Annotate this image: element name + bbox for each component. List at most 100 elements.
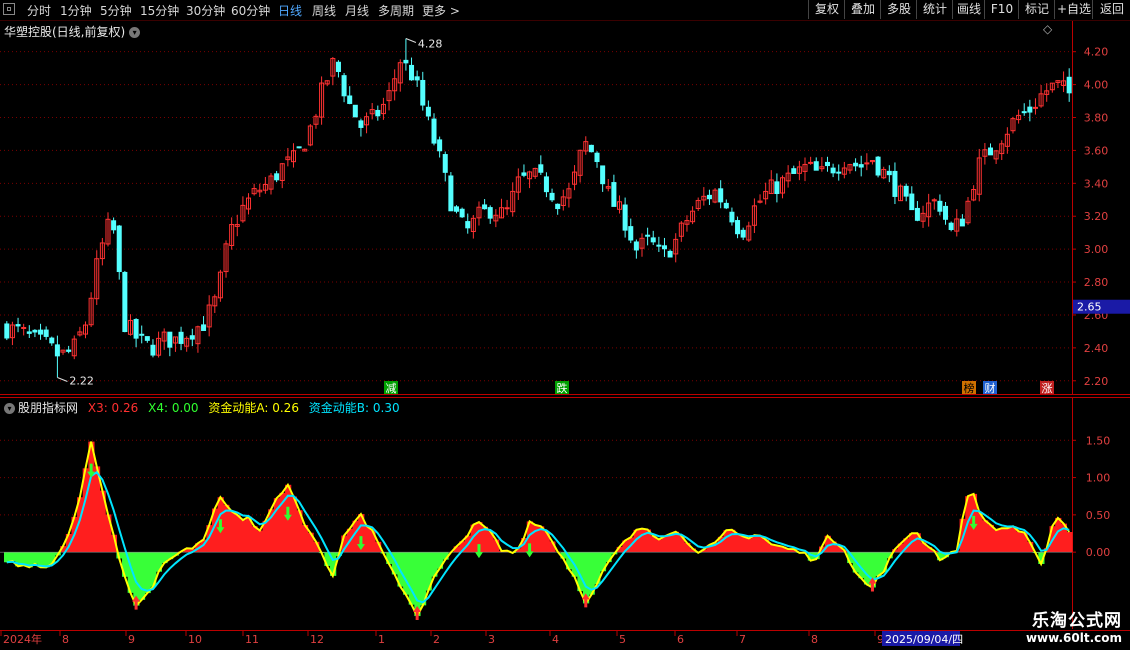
cursor-date-label: 2025/09/04/四	[885, 633, 963, 646]
candle-body	[656, 244, 662, 247]
period-tab-30min[interactable]: 30分钟	[186, 2, 225, 19]
high-price-label: 4.28	[418, 38, 443, 51]
candle-body	[549, 192, 555, 201]
fund-bar	[414, 552, 421, 617]
time-axis-label: 5	[619, 633, 626, 646]
candle-body	[543, 176, 549, 193]
diamond-icon[interactable]: ◇	[1043, 22, 1052, 36]
indicator-legend: ▾ 股朋指标网 X3: 0.26 X4: 0.00 资金动能A: 0.26 资金动…	[4, 399, 406, 416]
candle-body	[150, 344, 156, 356]
time-axis: 2024年 8 9 10 11 12 1 2 3 4 5 6 7 8 9 2025/09/04/四	[0, 630, 1130, 646]
period-tab-15min[interactable]: 15分钟	[140, 2, 179, 19]
period-tab-weekly[interactable]: 周线	[312, 2, 336, 19]
watermark-url: www.60lt.com	[1025, 631, 1122, 645]
fund-bar	[976, 512, 983, 553]
time-axis-label: 1	[378, 633, 385, 646]
indicator-axis-label: 0.50	[1086, 509, 1111, 522]
candle-body	[4, 323, 10, 339]
f10-button[interactable]: F10	[984, 0, 1019, 19]
time-axis-label: 12	[310, 633, 324, 646]
candle-body	[341, 75, 347, 97]
candle-body	[987, 147, 994, 156]
legend-fund-b: 资金动能B: 0.30	[308, 401, 400, 415]
candle-body	[588, 144, 594, 153]
fund-bar	[88, 441, 95, 553]
candle-body	[453, 206, 460, 212]
fund-bar	[745, 538, 753, 553]
period-tab-5min[interactable]: 5分钟	[100, 2, 132, 19]
fund-bar	[256, 530, 264, 553]
price-axis-label: 4.00	[1084, 79, 1109, 92]
fund-bar	[363, 525, 370, 553]
candle-body	[1032, 106, 1038, 109]
indicator-chart[interactable]: 1.50 1.00 0.50 0.00	[0, 397, 1130, 629]
time-axis-label: 8	[62, 633, 69, 646]
candle-body	[836, 171, 842, 174]
candle-body	[661, 245, 667, 250]
period-tab-monthly[interactable]: 月线	[345, 2, 369, 19]
multi-stock-button[interactable]: 多股	[880, 0, 917, 19]
candlestick-chart[interactable]: 4.204.003.803.603.403.203.002.802.602.40…	[0, 21, 1130, 395]
fund-bar	[987, 524, 994, 553]
price-axis-label: 3.80	[1084, 112, 1109, 125]
back-button[interactable]: 返回	[1092, 0, 1130, 19]
candle-body	[959, 218, 965, 227]
draw-line-button[interactable]: 画线	[952, 0, 985, 19]
price-axis-label: 2.20	[1084, 375, 1109, 388]
candle-body	[459, 208, 465, 218]
candle-body	[791, 168, 797, 174]
period-tab-multi[interactable]: 多周期	[378, 2, 414, 19]
candle-body	[875, 156, 881, 176]
candle-body	[409, 64, 415, 81]
period-tab-daily[interactable]: 日线	[278, 2, 302, 19]
watermark-title: 乐淘公式网	[1032, 611, 1122, 631]
event-marker: 减	[386, 382, 397, 395]
period-tab-1min[interactable]: 1分钟	[60, 2, 92, 19]
period-tab-more[interactable]: 更多 >	[422, 2, 460, 19]
event-marker: 跌	[557, 381, 568, 395]
candle-body	[628, 226, 634, 241]
candle-body	[116, 225, 122, 273]
candle-body	[622, 204, 628, 231]
time-axis-label: 8	[811, 633, 818, 646]
low-price-label: 2.22	[69, 374, 94, 387]
candle-body	[139, 333, 145, 336]
adjust-button[interactable]: 复权	[808, 0, 845, 19]
candle-body	[178, 331, 184, 344]
period-tab-timeshare[interactable]: 分时	[27, 2, 51, 19]
candle-body	[54, 344, 60, 357]
fund-bar	[740, 536, 747, 553]
statistics-button[interactable]: 统计	[916, 0, 953, 19]
candle-body	[740, 229, 746, 238]
price-axis-label: 3.20	[1084, 210, 1109, 223]
candle-body	[718, 188, 724, 203]
mark-button[interactable]: 标记	[1018, 0, 1055, 19]
window-menu-icon[interactable]	[3, 3, 15, 15]
add-watchlist-button[interactable]: +自选	[1054, 0, 1093, 19]
candle-body	[431, 118, 437, 144]
candle-body	[335, 61, 341, 72]
candle-body	[487, 207, 493, 219]
period-tab-60min[interactable]: 60分钟	[231, 2, 270, 19]
time-axis-label: 3	[488, 633, 495, 646]
candle-body	[892, 170, 898, 197]
fund-bar	[32, 552, 39, 564]
candle-body	[442, 154, 448, 173]
overlay-button[interactable]: 叠加	[844, 0, 881, 19]
price-chart-pane[interactable]: 4.20 4.00 3.80 3.60 3.40 3.20 3.00 2.80 2.60 2.40…	[0, 21, 1130, 395]
candle-body	[903, 185, 909, 197]
fund-bar	[1066, 532, 1073, 553]
chevron-down-icon[interactable]: ▾	[129, 27, 141, 38]
candle-body	[633, 241, 639, 251]
indicator-pane[interactable]: 1.50 1.00 0.50 0.00 ▾ 股朋指标网 X3: 0.26 X4: 0.0…	[0, 397, 1130, 629]
candle-body	[667, 250, 673, 258]
candle-body	[375, 109, 381, 117]
candle-body	[729, 211, 735, 223]
candle-body	[735, 220, 741, 235]
candle-body	[201, 324, 207, 331]
fund-bar	[228, 511, 236, 553]
price-axis-label: 2.80	[1084, 276, 1109, 289]
candle-body	[864, 162, 870, 165]
candle-body	[32, 329, 38, 333]
chevron-down-icon[interactable]: ▾	[4, 403, 15, 414]
